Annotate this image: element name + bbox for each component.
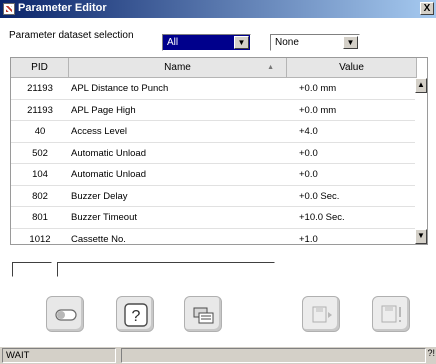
value-cell: +0.0 mm (299, 83, 337, 94)
status-bar: WAIT ?! (0, 347, 436, 364)
window-title: Parameter Editor (18, 2, 107, 14)
table-row[interactable]: 801 Buzzer Timeout +10.0 Sec. (11, 207, 417, 229)
status-text: WAIT (6, 350, 30, 361)
pid-cell: 40 (34, 126, 46, 137)
dataset-dropdown[interactable]: All ▼ (162, 34, 251, 51)
close-button[interactable]: X (420, 2, 434, 15)
name-cell: Buzzer Timeout (71, 212, 137, 223)
name-cell: APL Page High (71, 104, 136, 116)
name-cell: Buzzer Delay (71, 190, 128, 202)
column-header-value[interactable]: Value (287, 58, 417, 78)
chevron-down-icon[interactable]: ▼ (234, 36, 249, 49)
title-bar: Parameter Editor X (0, 0, 436, 18)
name-cell: Automatic Unload (71, 169, 146, 180)
value-cell: +4.0 (299, 126, 318, 137)
status-panel: WAIT (2, 348, 116, 363)
value-cell: +1.0 (299, 233, 318, 245)
svg-text:?: ? (132, 308, 141, 325)
toggle-button[interactable] (46, 296, 84, 332)
table-body: 21193 APL Distance to Punch +0.0 mm 2119… (11, 78, 417, 245)
pid-input[interactable] (12, 262, 52, 277)
device-settings-button[interactable] (184, 296, 222, 332)
status-help-icon[interactable]: ?! (427, 348, 435, 358)
column-header-pid[interactable]: PID (11, 58, 69, 78)
pid-cell: 801 (32, 212, 48, 223)
help-icon: ? (124, 303, 148, 327)
pid-cell: 502 (32, 147, 48, 159)
table-row[interactable]: 802 Buzzer Delay +0.0 Sec. (11, 186, 417, 207)
table-row[interactable]: 104 Automatic Unload +0.0 (11, 164, 417, 186)
pid-cell: 1012 (29, 233, 51, 245)
save-alert-button[interactable] (372, 296, 410, 332)
dataset-selection-row: Parameter dataset selection All ▼ None ▼ (0, 25, 436, 51)
column-header-name[interactable]: Name ▲ (69, 58, 287, 78)
column-header-name-label: Name (164, 62, 191, 73)
value-cell: +0.0 mm (299, 104, 337, 116)
table-row[interactable]: 21193 APL Page High +0.0 mm (11, 100, 417, 121)
save-alert-icon (381, 305, 401, 323)
scroll-up-icon[interactable]: ▲ (415, 78, 427, 93)
parameter-table: PID Name ▲ Value 21193 APL Distance to P… (10, 57, 428, 245)
table-header: PID Name ▲ Value (11, 58, 417, 78)
pid-cell: 21193 (27, 83, 53, 94)
device-settings-icon (193, 307, 214, 324)
table-row[interactable]: 502 Automatic Unload +0.0 (11, 143, 417, 164)
pid-cell: 104 (32, 169, 48, 180)
dataset-dropdown-value: All (167, 37, 179, 48)
scroll-down-icon[interactable]: ▼ (415, 229, 427, 244)
chevron-down-icon[interactable]: ▼ (343, 36, 358, 49)
dataset-selection-label: Parameter dataset selection (9, 30, 134, 41)
value-cell: +0.0 (299, 169, 318, 180)
value-input[interactable] (57, 262, 275, 277)
save-forward-button[interactable] (302, 296, 340, 332)
vertical-scrollbar[interactable]: ▲ ▼ (415, 78, 427, 244)
pid-cell: 802 (32, 190, 48, 202)
value-cell: +0.0 (299, 147, 318, 159)
help-button[interactable]: ? (116, 296, 154, 332)
name-cell: Cassette No. (71, 233, 126, 245)
sort-ascending-icon: ▲ (267, 64, 274, 71)
toggle-icon (55, 309, 77, 321)
name-cell: APL Distance to Punch (71, 83, 169, 94)
status-message-panel (121, 348, 426, 363)
value-cell: +10.0 Sec. (299, 212, 345, 223)
value-cell: +0.0 Sec. (299, 190, 340, 202)
name-cell: Access Level (71, 126, 127, 137)
table-row[interactable]: 1012 Cassette No. +1.0 (11, 229, 417, 245)
table-row[interactable]: 21193 APL Distance to Punch +0.0 mm (11, 78, 417, 100)
filter-dropdown[interactable]: None ▼ (270, 34, 360, 51)
table-row[interactable]: 40 Access Level +4.0 (11, 121, 417, 143)
save-forward-icon (312, 306, 332, 323)
app-icon (3, 3, 15, 15)
filter-dropdown-value: None (275, 37, 299, 48)
pid-cell: 21193 (27, 104, 53, 116)
name-cell: Automatic Unload (71, 147, 146, 159)
